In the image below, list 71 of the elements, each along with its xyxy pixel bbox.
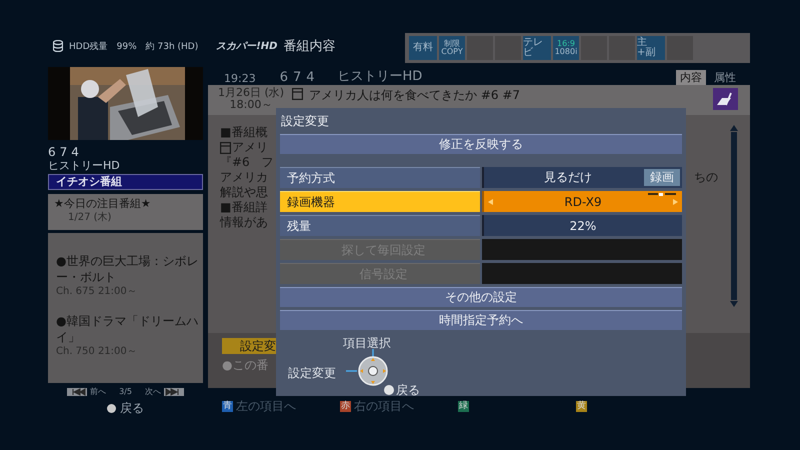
tab[interactable]: 内容: [676, 70, 706, 85]
next-link[interactable]: 次へ: [144, 386, 161, 397]
description-text: ■番組詳: [220, 200, 268, 215]
color-key[interactable]: 緑: [458, 401, 469, 412]
setting-label[interactable]: 残量: [280, 215, 480, 236]
channel-name: ヒストリーHD: [338, 68, 422, 85]
database-icon: [53, 40, 63, 52]
back-label: 戻る: [120, 400, 144, 417]
description-text: 情報があ: [220, 215, 268, 230]
setting-label[interactable]: 予約方式: [280, 167, 480, 188]
setting-value[interactable]: 22%: [482, 215, 682, 236]
apply-button[interactable]: 修正を反映する: [280, 134, 682, 154]
scroll-down-icon[interactable]: [730, 301, 738, 307]
program-date: 1月26日 (水): [218, 87, 284, 99]
section-header: イチオシ番組: [48, 174, 203, 190]
description-text: アメリ: [232, 140, 268, 155]
info-badge: テレビ: [523, 36, 551, 60]
key-label: 右の項目へ: [354, 398, 414, 415]
setting-value[interactable]: RD-X9: [482, 191, 682, 212]
screen-title: 番組内容: [283, 38, 336, 55]
key-label: 左の項目へ: [236, 398, 296, 415]
scroll-up-icon[interactable]: [730, 125, 738, 131]
page-indicator: 3/5: [119, 387, 132, 396]
description-text: 解説や思: [220, 185, 268, 200]
info-badge: 制限 COPY: [439, 36, 465, 60]
option-text: 22%: [570, 218, 596, 232]
tab[interactable]: 属性: [710, 70, 740, 85]
setting-label[interactable]: 録画機器: [280, 191, 480, 212]
info-badge: 16:9 1080i: [553, 36, 579, 60]
featured-title: ★今日の注目番組★: [54, 197, 152, 211]
option-tag[interactable]: 録画: [644, 169, 680, 186]
hint-label: 戻る: [396, 382, 420, 399]
skip-back-icon[interactable]: [67, 388, 88, 396]
program-title: アメリカ人は何を食べてきたか #6 #7: [309, 87, 520, 104]
right-arrow-icon[interactable]: [672, 198, 678, 204]
pick-title: ●韓国ドラマ「ドリームハイ」: [56, 313, 199, 345]
option-text: RD-X9: [564, 194, 602, 208]
dialog-title: 設定変更: [280, 113, 330, 130]
pick-title: ●世界の巨大工場：シボレー・ボルト: [56, 253, 199, 285]
book-icon[interactable]: [713, 88, 738, 110]
description-text: 『#6 フ: [220, 155, 274, 170]
description-text: アメリカ: [220, 170, 268, 185]
skip-forward-icon[interactable]: [164, 388, 184, 396]
menu-button[interactable]: その他の設定: [280, 287, 682, 307]
program-time: 18:00～: [230, 99, 272, 111]
description-text: ちの: [694, 170, 718, 185]
info-badge: 有料: [409, 36, 437, 60]
info-badge: 主+副: [637, 36, 665, 60]
storage-status: HDD残量 99% 約 73h (HD): [69, 40, 198, 52]
channel-name: ヒストリーHD: [48, 159, 121, 172]
square-icon: [292, 88, 303, 100]
color-key[interactable]: 青: [222, 401, 233, 412]
setting-value[interactable]: 見るだけ 録画: [482, 167, 682, 188]
menu-button[interactable]: 時間指定予約へ: [280, 310, 682, 330]
round-button-icon: [384, 385, 394, 395]
option-text: 見るだけ: [544, 169, 592, 186]
color-key[interactable]: 赤: [340, 401, 351, 412]
left-arrow-icon[interactable]: [488, 198, 493, 204]
channel-number: 674: [280, 70, 320, 85]
position-indicator: [648, 193, 676, 196]
note-text: ●この番: [222, 357, 268, 374]
round-button-icon: [107, 404, 116, 413]
channel-number: 674: [48, 146, 84, 159]
hint-label: 項目選択: [343, 335, 391, 352]
clock-time: 19:23: [224, 72, 256, 85]
hint-label: 設定変更: [288, 365, 336, 382]
provider-logo: スカパー!HD: [216, 40, 278, 53]
prev-link[interactable]: 前へ: [90, 386, 106, 397]
featured-date: 1/27 (木): [67, 211, 112, 225]
description-text: ■番組概: [220, 125, 268, 140]
square-icon: [220, 142, 231, 154]
